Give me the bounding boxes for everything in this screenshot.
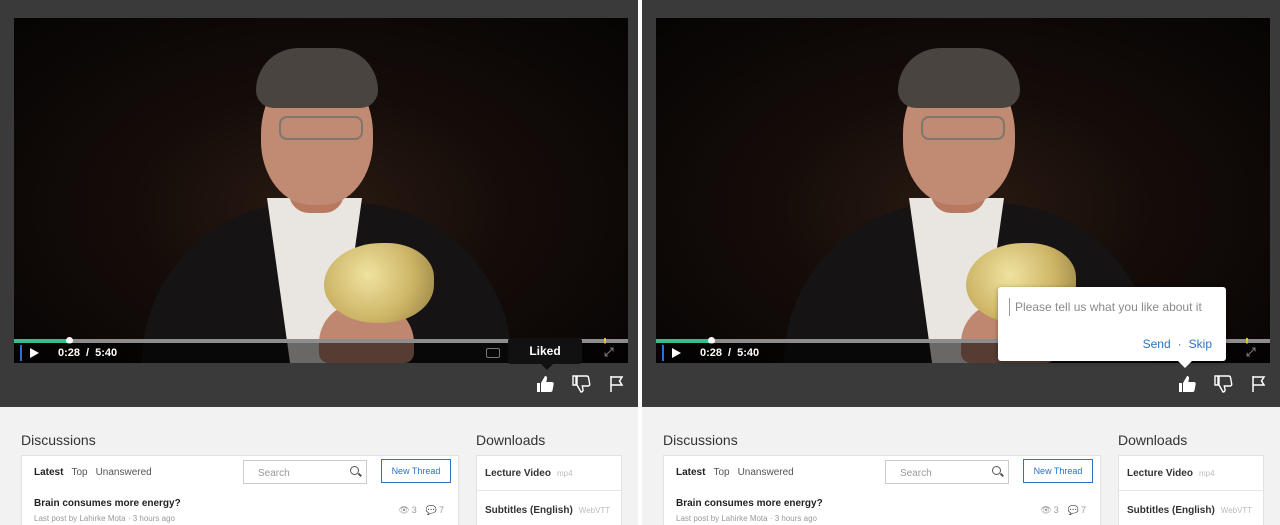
thumbs-down-icon[interactable]: [1213, 374, 1233, 394]
thumbs-up-icon[interactable]: [1177, 374, 1197, 394]
player-area: 0:28 / 5:40 ⤢ Liked: [0, 0, 638, 407]
flag-icon[interactable]: [1249, 374, 1269, 394]
play-icon: [671, 348, 681, 358]
time-separator: /: [86, 347, 90, 359]
presenter-glasses: [921, 116, 1005, 140]
discussions-panel: Latest Top Unanswered New Thread Brain c…: [21, 455, 459, 525]
tab-latest[interactable]: Latest: [676, 467, 705, 478]
feedback-input[interactable]: [1009, 298, 1220, 316]
comments-icon: 💬: [425, 505, 437, 515]
download-subtitles[interactable]: Subtitles (English) WebVTT: [485, 505, 610, 516]
play-button[interactable]: [20, 345, 46, 361]
new-thread-button[interactable]: New Thread: [1023, 459, 1093, 483]
captions-icon[interactable]: [486, 348, 500, 358]
feedback-actions: Send · Skip: [1143, 337, 1212, 351]
downloads-heading: Downloads: [476, 432, 546, 448]
player-area: 0:28 / 5:40 ⤢ Send · Skip: [642, 0, 1280, 407]
time-display: 0:28 / 5:40: [700, 347, 759, 359]
tab-unanswered[interactable]: Unanswered: [96, 467, 152, 478]
search-icon[interactable]: [992, 466, 1001, 475]
flag-icon[interactable]: [607, 374, 627, 394]
current-time: 0:28: [58, 347, 81, 359]
feedback-popover: Send · Skip: [998, 287, 1226, 368]
downloads-panel: Lecture Video mp4 Subtitles (English) WebV…: [476, 455, 622, 525]
thread-meta: Last post by Lahirke Mota · 3 hours ago: [34, 514, 175, 523]
views-count: 👁 3: [1040, 505, 1059, 515]
discussion-tabs: Latest Top Unanswered: [34, 467, 152, 478]
discussions-heading: Discussions: [21, 432, 96, 448]
play-button[interactable]: [662, 345, 688, 361]
tab-top[interactable]: Top: [71, 467, 87, 478]
divider: [1119, 490, 1263, 491]
discussions-panel: Latest Top Unanswered New Thread Brain c…: [663, 455, 1101, 525]
video-player[interactable]: 0:28 / 5:40 ⤢: [14, 18, 628, 363]
vote-row: [535, 374, 627, 394]
search-field[interactable]: [243, 460, 367, 484]
views-icon: 👁: [1040, 505, 1052, 515]
views-count: 👁 3: [398, 505, 417, 515]
search-input[interactable]: [898, 464, 990, 482]
download-subtitles[interactable]: Subtitles (English) WebVTT: [1127, 505, 1252, 516]
thread-title[interactable]: Brain consumes more energy?: [676, 498, 823, 509]
discussion-tabs: Latest Top Unanswered: [676, 467, 794, 478]
thumbs-up-icon[interactable]: [535, 374, 555, 394]
send-button[interactable]: Send: [1143, 337, 1171, 351]
tab-latest[interactable]: Latest: [34, 467, 63, 478]
thread-title[interactable]: Brain consumes more energy?: [34, 498, 181, 509]
download-lecture-video[interactable]: Lecture Video mp4: [1127, 468, 1215, 479]
right-panel: 0:28 / 5:40 ⤢ Send · Skip Discussions: [642, 0, 1280, 525]
presenter-hair: [256, 48, 378, 108]
search-field[interactable]: [885, 460, 1009, 484]
comments-icon: 💬: [1067, 505, 1079, 515]
time-display: 0:28 / 5:40: [58, 347, 117, 359]
presenter-glasses: [279, 116, 363, 140]
downloads-panel: Lecture Video mp4 Subtitles (English) WebV…: [1118, 455, 1264, 525]
current-time: 0:28: [700, 347, 723, 359]
divider: [477, 490, 621, 491]
tab-top[interactable]: Top: [713, 467, 729, 478]
fullscreen-icon[interactable]: ⤢: [1246, 346, 1258, 358]
comments-count: 💬 7: [1067, 505, 1086, 515]
vote-row: [1177, 374, 1269, 394]
duration: 5:40: [95, 347, 118, 359]
play-icon: [29, 348, 39, 358]
tab-unanswered[interactable]: Unanswered: [738, 467, 794, 478]
new-thread-button[interactable]: New Thread: [381, 459, 451, 483]
skip-button[interactable]: Skip: [1189, 337, 1212, 351]
thread-meta: Last post by Lahirke Mota · 3 hours ago: [676, 514, 817, 523]
search-icon[interactable]: [350, 466, 359, 475]
brain-model: [324, 243, 434, 323]
thread-stats: 👁 3 💬 7: [398, 505, 444, 516]
views-icon: 👁: [398, 505, 410, 515]
downloads-heading: Downloads: [1118, 432, 1188, 448]
duration: 5:40: [737, 347, 760, 359]
action-separator: ·: [1177, 337, 1182, 351]
thread-stats: 👁 3 💬 7: [1040, 505, 1086, 516]
discussions-heading: Discussions: [663, 432, 738, 448]
search-input[interactable]: [256, 464, 348, 482]
liked-tooltip: Liked: [508, 338, 582, 370]
download-lecture-video[interactable]: Lecture Video mp4: [485, 468, 573, 479]
time-separator: /: [728, 347, 732, 359]
fullscreen-icon[interactable]: ⤢: [604, 346, 616, 358]
thumbs-down-icon[interactable]: [571, 374, 591, 394]
comments-count: 💬 7: [425, 505, 444, 515]
left-panel: 0:28 / 5:40 ⤢ Liked Discussions Latest Top: [0, 0, 638, 525]
presenter-hair: [898, 48, 1020, 108]
